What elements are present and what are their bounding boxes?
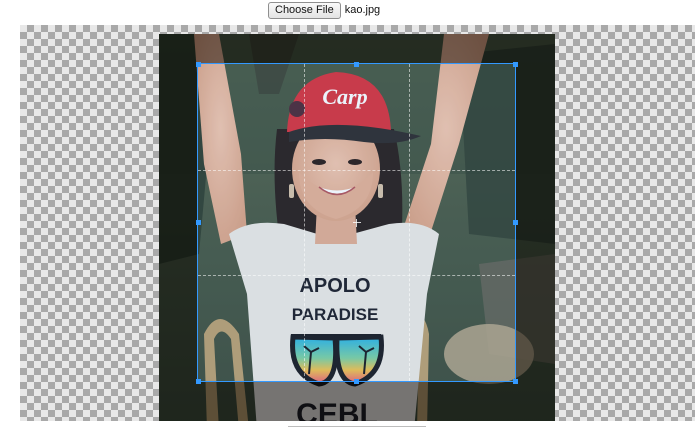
crop-guide-vertical xyxy=(303,64,305,381)
crop-center-mark xyxy=(352,218,361,227)
resize-handle-se[interactable] xyxy=(512,378,518,384)
crop-guide-horizontal xyxy=(198,169,515,171)
crop-selection-box[interactable] xyxy=(195,61,518,384)
shirt-text-3: CEBL xyxy=(296,398,378,421)
resize-handle-w[interactable] xyxy=(195,220,201,225)
file-input[interactable]: Choose File kao.jpg xyxy=(268,1,380,19)
selected-file-name: kao.jpg xyxy=(344,4,381,16)
resize-handle-e[interactable] xyxy=(512,220,518,225)
resize-handle-nw[interactable] xyxy=(195,61,201,67)
divider xyxy=(288,426,426,427)
crop-guide-horizontal xyxy=(198,275,515,277)
resize-handle-s[interactable] xyxy=(354,378,359,384)
choose-file-button[interactable]: Choose File xyxy=(268,1,341,19)
resize-handle-n[interactable] xyxy=(354,61,359,67)
cropper-canvas[interactable]: Carp APOLO PARADISE CEBL xyxy=(20,25,695,421)
resize-handle-sw[interactable] xyxy=(195,378,201,384)
crop-guide-vertical xyxy=(409,64,411,381)
resize-handle-ne[interactable] xyxy=(512,61,518,67)
